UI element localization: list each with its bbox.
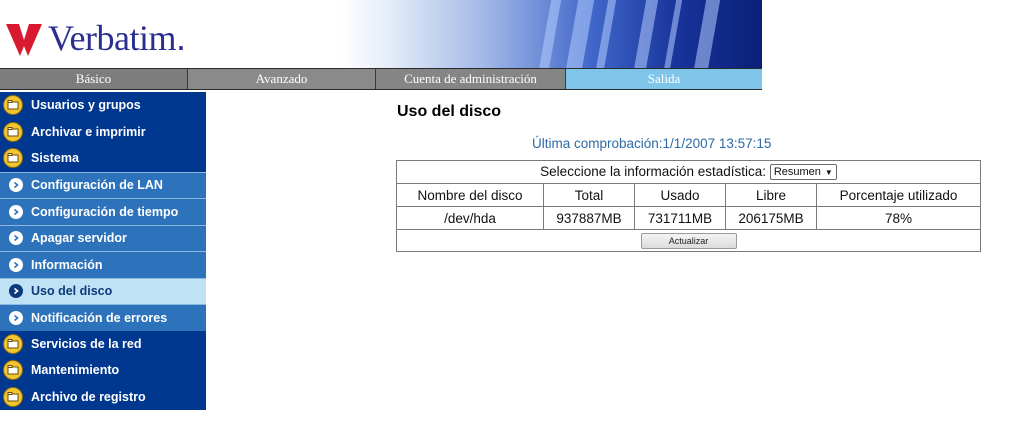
sidebar-item-label: Sistema <box>31 151 79 166</box>
sidebar-item-archivar-imprimir[interactable]: Archivar e imprimir <box>0 118 206 145</box>
sidebar-item-usuarios-grupos[interactable]: Usuarios y grupos <box>0 92 206 119</box>
table-header-row: Nombre del disco Total Usado Libre Porce… <box>396 183 981 207</box>
table-row: /dev/hda 937887MB 731711MB 206175MB 78% <box>396 206 981 230</box>
sidebar-item-label: Archivo de registro <box>31 389 146 404</box>
brand-name: Verbatim <box>48 18 176 58</box>
sidebar-item-sistema[interactable]: Sistema <box>0 145 206 172</box>
sidebar-item-label: Apagar servidor <box>31 231 127 246</box>
sidebar-item-label: Configuración de LAN <box>31 178 163 193</box>
sidebar-item-label: Archivar e imprimir <box>31 124 146 139</box>
refresh-row: Actualizar <box>396 229 981 252</box>
sidebar-item-uso-del-disco[interactable]: Uso del disco <box>0 277 206 304</box>
folder-icon <box>3 333 23 354</box>
sidebar-item-archivo-registro[interactable]: Archivo de registro <box>0 383 206 410</box>
tab-salida[interactable]: Salida <box>566 69 762 89</box>
header: Verbatim. <box>0 0 762 68</box>
stat-select-value: Resumen <box>773 166 821 179</box>
tab-avanzado[interactable]: Avanzado <box>188 69 376 89</box>
cell-percent-used: 78% <box>816 206 981 230</box>
brand-dot: . <box>175 17 186 58</box>
arrow-right-icon <box>9 310 23 325</box>
sidebar-item-configuracion-lan[interactable]: Configuración de LAN <box>0 171 206 198</box>
arrow-right-icon <box>9 204 23 219</box>
sidebar-item-label: Mantenimiento <box>31 363 120 378</box>
tab-cuenta-administracion[interactable]: Cuenta de administración <box>376 69 566 89</box>
sidebar-item-informacion[interactable]: Información <box>0 251 206 278</box>
arrow-right-icon <box>9 231 23 246</box>
col-header: Libre <box>725 183 817 207</box>
folder-icon <box>3 386 23 407</box>
caret-down-icon: ▼ <box>824 167 833 177</box>
sidebar-item-apagar-servidor[interactable]: Apagar servidor <box>0 224 206 251</box>
col-header: Porcentaje utilizado <box>816 183 981 207</box>
sidebar-item-label: Servicios de la red <box>31 336 142 351</box>
sidebar-item-notificacion-errores[interactable]: Notificación de errores <box>0 304 206 331</box>
stat-selector-row: Seleccione la información estadística: R… <box>396 160 981 184</box>
stat-prompt: Seleccione la información estadística: <box>540 163 767 179</box>
sidebar-item-label: Notificación de errores <box>31 310 168 325</box>
sidebar-item-servicios-red[interactable]: Servicios de la red <box>0 330 206 357</box>
folder-icon <box>3 148 23 169</box>
cell-total: 937887MB <box>543 206 635 230</box>
arrow-right-icon <box>9 284 23 299</box>
sidebar-item-label: Configuración de tiempo <box>31 204 179 219</box>
page-title: Uso del disco <box>397 103 502 120</box>
cell-used: 731711MB <box>634 206 726 230</box>
top-navigation: Básico Avanzado Cuenta de administración… <box>0 68 762 90</box>
last-check-timestamp: Última comprobación:1/1/2007 13:57:15 <box>532 136 772 151</box>
folder-icon <box>3 95 23 116</box>
verbatim-logo: Verbatim. <box>6 16 186 56</box>
col-header: Usado <box>634 183 726 207</box>
col-header: Total <box>543 183 635 207</box>
cell-disk-name: /dev/hda <box>396 206 544 230</box>
tab-basico[interactable]: Básico <box>0 69 188 89</box>
stat-select[interactable]: Resumen ▼ <box>769 164 837 181</box>
folder-icon <box>3 360 23 381</box>
header-banner <box>340 0 762 68</box>
disk-usage-table: Seleccione la información estadística: R… <box>396 160 981 252</box>
verbatim-v-mark-icon <box>6 24 42 56</box>
sidebar: Usuarios y grupos Archivar e imprimir Si… <box>0 92 206 410</box>
col-header: Nombre del disco <box>396 183 544 207</box>
folder-icon <box>3 121 23 142</box>
cell-free: 206175MB <box>725 206 817 230</box>
sidebar-item-configuracion-tiempo[interactable]: Configuración de tiempo <box>0 198 206 225</box>
sidebar-item-label: Información <box>31 257 103 272</box>
refresh-button[interactable]: Actualizar <box>640 233 737 249</box>
sidebar-item-label: Usuarios y grupos <box>31 98 141 113</box>
sidebar-item-label: Uso del disco <box>31 284 113 299</box>
arrow-right-icon <box>9 178 23 193</box>
arrow-right-icon <box>9 257 23 272</box>
sidebar-item-mantenimiento[interactable]: Mantenimiento <box>0 357 206 384</box>
